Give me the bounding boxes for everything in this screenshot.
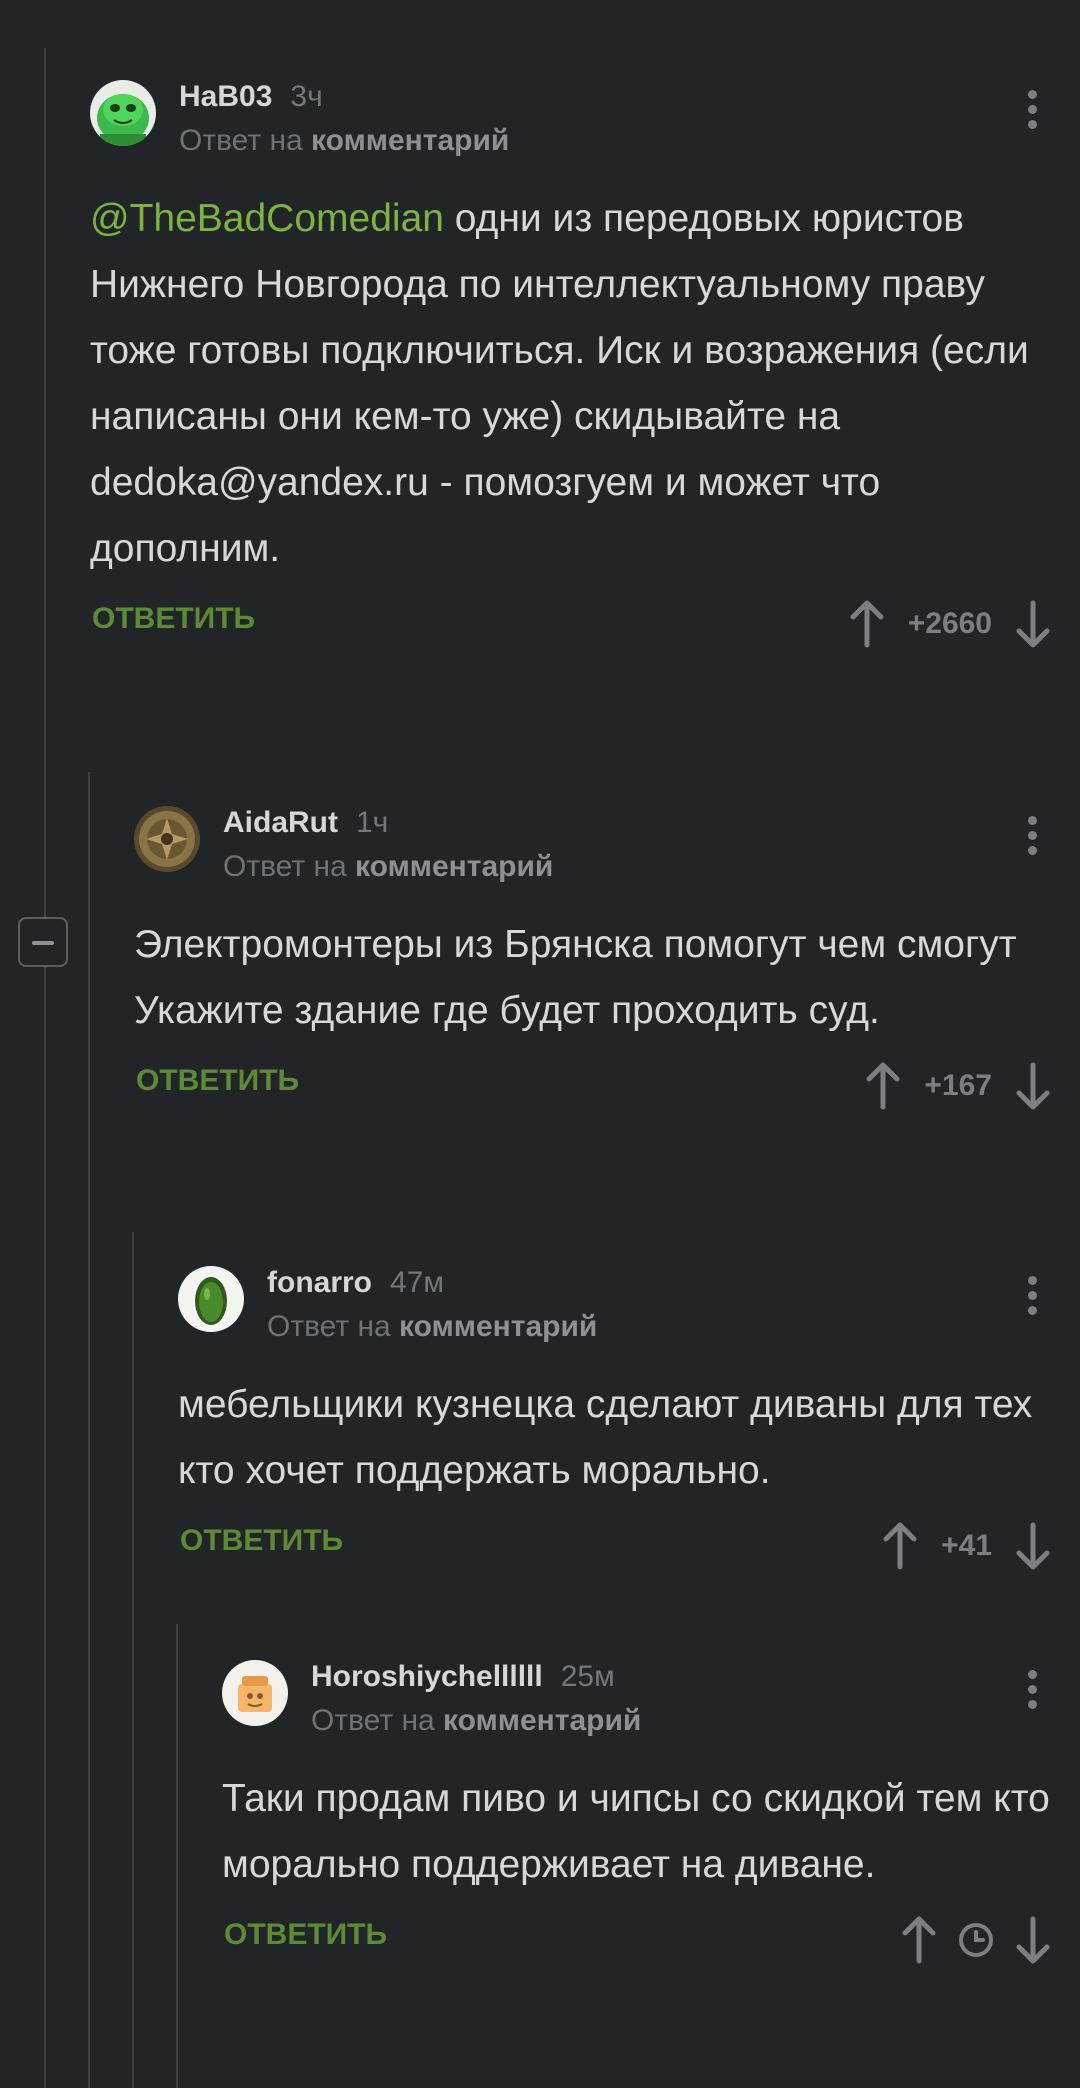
downvote-arrow-icon[interactable] [1014, 1521, 1052, 1571]
rating-score: +41 [941, 1529, 992, 1562]
comment: fonarro 47м Ответ на комментарий мебельщи… [178, 1264, 1080, 1574]
thread-line[interactable] [132, 1232, 134, 2088]
comment-text: Таки продам пиво и чипсы со скидкой тем … [222, 1777, 1050, 1886]
avatar[interactable] [134, 806, 200, 872]
reply-target-link[interactable]: комментарий [355, 850, 553, 883]
comment-text: @TheBadComedian одни из передовых юристо… [90, 197, 1029, 570]
reply-button[interactable]: ОТВЕТИТЬ [136, 1064, 299, 1098]
collapse-thread-button[interactable] [18, 917, 68, 967]
reply-context: Ответ на комментарий [179, 124, 510, 157]
clock-icon [959, 1923, 993, 1957]
reply-context: Ответ на комментарий [223, 850, 554, 883]
comment-time: 3ч [290, 80, 323, 113]
reply-button[interactable]: ОТВЕТИТЬ [92, 602, 255, 636]
comment-time: 1ч [356, 806, 389, 839]
downvote-arrow-icon[interactable] [1014, 599, 1052, 649]
comment-author[interactable]: fonarro 47м [267, 1266, 444, 1300]
comment-time: 25м [560, 1660, 615, 1693]
downvote-arrow-icon[interactable] [1014, 1061, 1052, 1111]
upvote-arrow-icon[interactable] [900, 1915, 938, 1965]
reply-target-link[interactable]: комментарий [443, 1704, 641, 1737]
downvote-arrow-icon[interactable] [1014, 1915, 1052, 1965]
avatar[interactable] [90, 80, 156, 146]
comment-author[interactable]: Horoshiychellllll 25м [311, 1660, 615, 1694]
comments-thread: HaB03 3ч Ответ на комментарий @TheBadCome… [0, 0, 1080, 2088]
vote-controls [900, 1912, 1052, 1968]
comment-time: 47м [390, 1266, 444, 1299]
more-options-icon[interactable] [1028, 816, 1038, 858]
comment: HaB03 3ч Ответ на комментарий @TheBadCome… [90, 78, 1080, 652]
comment-author[interactable]: AidaRut 1ч [223, 806, 388, 840]
vote-controls: +2660 [848, 596, 1052, 652]
more-options-icon[interactable] [1028, 1670, 1038, 1712]
user-mention-link[interactable]: @TheBadComedian [90, 197, 444, 240]
upvote-arrow-icon[interactable] [864, 1061, 902, 1111]
reply-context: Ответ на комментарий [311, 1704, 642, 1737]
rating-score: +2660 [907, 607, 992, 640]
more-options-icon[interactable] [1028, 1276, 1038, 1318]
reply-context: Ответ на комментарий [267, 1310, 598, 1343]
thread-line[interactable] [88, 772, 90, 2088]
comment-text: Электромонтеры из Брянска помогут чем см… [134, 923, 1017, 1032]
upvote-arrow-icon[interactable] [881, 1521, 919, 1571]
rating-score: +167 [924, 1069, 992, 1102]
comment-text: мебельщики кузнецка сделают диваны для т… [178, 1383, 1033, 1492]
reply-button[interactable]: ОТВЕТИТЬ [224, 1918, 387, 1952]
reply-target-link[interactable]: комментарий [399, 1310, 597, 1343]
thread-line[interactable] [176, 1624, 178, 2088]
avatar[interactable] [178, 1266, 244, 1332]
comment-author[interactable]: HaB03 3ч [179, 80, 323, 114]
reply-button[interactable]: ОТВЕТИТЬ [180, 1524, 343, 1558]
comment: AidaRut 1ч Ответ на комментарий Электромо… [134, 804, 1080, 1114]
comment: Horoshiychellllll 25м Ответ на комментари… [222, 1658, 1080, 1968]
vote-controls: +41 [881, 1518, 1052, 1574]
reply-target-link[interactable]: комментарий [311, 124, 509, 157]
vote-controls: +167 [864, 1058, 1052, 1114]
thread-line[interactable] [44, 48, 46, 2088]
upvote-arrow-icon[interactable] [848, 599, 886, 649]
avatar[interactable] [222, 1660, 288, 1726]
more-options-icon[interactable] [1028, 90, 1038, 132]
